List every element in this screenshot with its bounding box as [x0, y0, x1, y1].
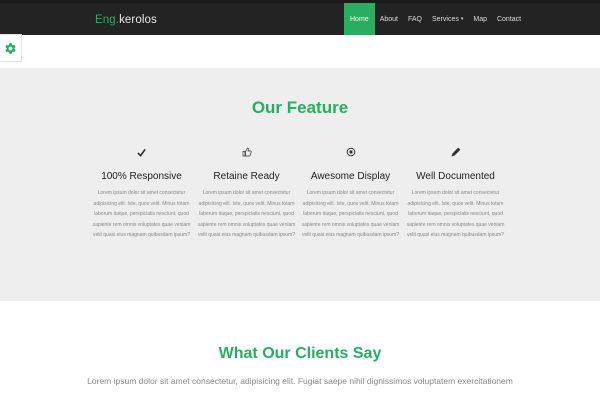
- main-nav: Home About FAQ Services ▾ Map Contact: [344, 3, 526, 35]
- brand-accent: Eng.: [95, 14, 120, 26]
- feature-name: 100% Responsive: [101, 171, 182, 182]
- settings-toggle-button[interactable]: [0, 34, 22, 62]
- feature-card-documented: Well Documented Lorem ipsum dolor sit am…: [403, 146, 508, 241]
- nav-item-map[interactable]: Map: [468, 3, 492, 35]
- clients-subtitle: Lorem ipsum dolor sit amet consectetur, …: [87, 376, 513, 386]
- nav-item-contact[interactable]: Contact: [492, 3, 526, 35]
- feature-name: Retaine Ready: [213, 171, 280, 182]
- feature-name: Awesome Display: [310, 171, 391, 182]
- thumbs-up-icon: [242, 147, 252, 157]
- feature-description: Lorem ipsum dolor sit amet consectetur a…: [406, 190, 505, 238]
- top-navbar: Eng.kerolos Home About FAQ Services ▾ Map…: [0, 0, 600, 35]
- features-title: Our Feature: [251, 98, 349, 117]
- nav-item-about[interactable]: About: [375, 3, 403, 35]
- eye-icon: [346, 147, 355, 157]
- feature-card-responsive: 100% Responsive Lorem ipsum dolor sit am…: [89, 146, 194, 241]
- nav-label-faq: FAQ: [407, 15, 422, 23]
- clients-title: What Our Clients Say: [218, 345, 382, 362]
- chevron-down-icon: ▾: [460, 16, 464, 22]
- nav-label-services: Services: [432, 15, 459, 23]
- nav-item-home[interactable]: Home: [344, 3, 375, 35]
- nav-label-map: Map: [473, 15, 487, 23]
- features-section: Our Feature 100% Responsive Lorem ipsum …: [0, 68, 600, 301]
- nav-label-home: Home: [350, 15, 369, 23]
- feature-card-display: Awesome Display Lorem ipsum dolor sit am…: [298, 146, 403, 241]
- feature-name: Well Documented: [416, 171, 495, 182]
- brand-name: kerolos: [119, 14, 157, 26]
- nav-label-about: About: [379, 15, 398, 23]
- feature-description: Lorem ipsum dolor sit amet consectetur a…: [301, 190, 400, 238]
- pencil-icon: [450, 147, 460, 157]
- feature-description: Lorem ipsum dolor sit amet consectetur a…: [197, 190, 296, 238]
- check-icon: [137, 148, 146, 157]
- feature-description: Lorem ipsum dolor sit amet consectetur a…: [92, 190, 191, 238]
- nav-item-faq[interactable]: FAQ: [403, 3, 427, 35]
- feature-card-retina: Retaine Ready Lorem ipsum dolor sit amet…: [194, 146, 299, 241]
- gear-icon: [5, 42, 16, 54]
- brand-logo[interactable]: Eng.kerolos: [95, 14, 157, 26]
- nav-label-contact: Contact: [496, 15, 522, 23]
- nav-item-services[interactable]: Services ▾: [427, 3, 468, 35]
